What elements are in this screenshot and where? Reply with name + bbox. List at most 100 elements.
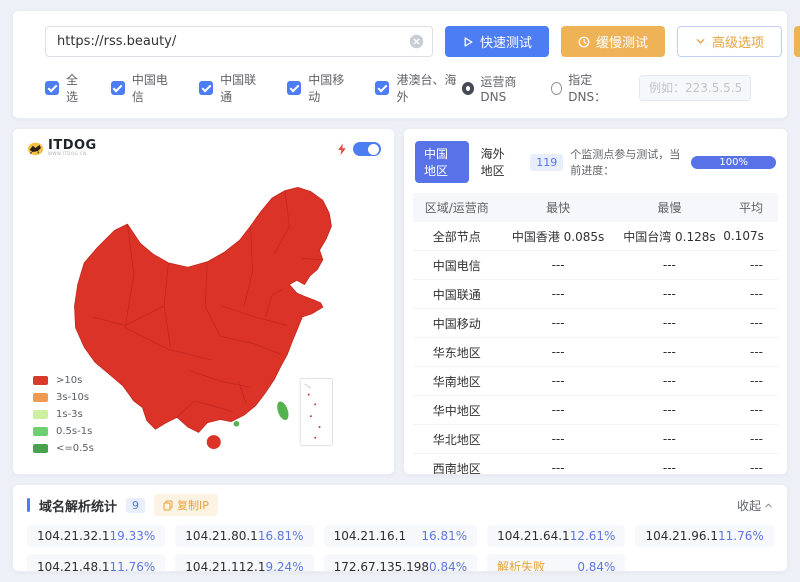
tab-overseas-region[interactable]: 海外地区: [481, 145, 517, 179]
options-row: 全选 中国电信 中国联通 中国移动: [45, 71, 755, 105]
radio-carrier-dns[interactable]: 运营商DNS: [462, 73, 535, 104]
dns-stats-title: 域名解析统计: [39, 496, 117, 515]
copy-ip-button[interactable]: 复制IP: [154, 494, 218, 516]
slowest-cell: ---: [616, 309, 724, 338]
tab-china-region[interactable]: 中国地区: [415, 141, 469, 183]
title-accent-bar: [27, 498, 30, 512]
itdog-logo: ITDOG WWW.ITDOG.CN: [26, 139, 97, 157]
slowest-cell: 中国台湾 0.128s: [616, 222, 724, 251]
url-input-wrap: [45, 26, 433, 57]
checkbox-item[interactable]: 中国联通: [199, 71, 263, 105]
url-row: 快速测试 缓慢测试 高级选项 完整截图: [45, 26, 755, 57]
table-row: 中国移动 --- --- ---: [413, 309, 778, 338]
legend-item: >10s: [33, 375, 94, 386]
page: 快速测试 缓慢测试 高级选项 完整截图 全选: [0, 0, 800, 582]
china-mainland-shape: [75, 187, 332, 432]
url-input[interactable]: [45, 26, 433, 57]
region-cell: 华中地区: [413, 396, 501, 425]
ip-percent: 16.81%: [421, 529, 467, 543]
table-row: 中国电信 --- --- ---: [413, 251, 778, 280]
checkbox-checked-icon: [375, 81, 389, 95]
advanced-options-button[interactable]: 高级选项: [677, 26, 782, 57]
legend-item: 3s-10s: [33, 392, 94, 403]
fastest-cell: ---: [501, 454, 616, 476]
main-row: ITDOG WWW.ITDOG.CN: [12, 128, 788, 475]
table-row: 华中地区 --- --- ---: [413, 396, 778, 425]
map-card: ITDOG WWW.ITDOG.CN: [12, 128, 395, 475]
ip-percent: 9.24%: [265, 560, 303, 573]
legend-label: 0.5s-1s: [56, 426, 92, 437]
average-cell: ---: [723, 425, 778, 454]
header-fastest: 最快: [501, 193, 616, 222]
clock-icon: [578, 36, 590, 48]
average-cell: ---: [723, 454, 778, 476]
legend-label: 1s-3s: [56, 409, 83, 420]
ip-address: 104.21.16.1: [334, 529, 407, 543]
ip-percent: 19.33%: [110, 529, 156, 543]
table-row: 华南地区 --- --- ---: [413, 367, 778, 396]
legend-swatch: [33, 393, 48, 402]
toggle-knob: [368, 144, 379, 155]
taiwan-shape: [275, 400, 291, 422]
results-header: 中国地区 海外地区 119 个监测点参与测试，当前进度： 100%: [413, 139, 778, 193]
copy-ip-label: 复制IP: [177, 497, 209, 513]
checkbox-checked-icon: [111, 81, 125, 95]
dns-option-group: 运营商DNS 指定DNS：: [462, 71, 751, 105]
dns-stats-header: 域名解析统计 9 复制IP 收起: [27, 494, 773, 516]
legend-label: 3s-10s: [56, 392, 89, 403]
slow-test-label: 缓慢测试: [596, 32, 648, 51]
slowest-cell: ---: [616, 338, 724, 367]
slow-test-button[interactable]: 缓慢测试: [561, 26, 665, 57]
collapse-label: 收起: [737, 497, 761, 514]
ip-card: 104.21.80.1 16.81%: [175, 525, 313, 547]
ip-card: 104.21.16.1 16.81%: [324, 525, 478, 547]
full-screenshot-button[interactable]: 完整截图: [794, 26, 800, 57]
fastest-cell: ---: [501, 396, 616, 425]
ip-percent: 16.81%: [258, 529, 304, 543]
checkbox-item[interactable]: 中国移动: [287, 71, 351, 105]
checkbox-checked-icon: [287, 81, 301, 95]
radio-custom-dns[interactable]: 指定DNS：: [551, 71, 624, 105]
checkbox-item[interactable]: 全选: [45, 71, 87, 105]
average-cell: ---: [723, 251, 778, 280]
checkbox-item[interactable]: 港澳台、海外: [375, 71, 462, 105]
progress-label: 个监测点参与测试，当前进度：: [570, 146, 684, 178]
radio-selected-icon: [462, 82, 474, 95]
map-mode-toggle[interactable]: [353, 142, 381, 156]
header-region: 区域/运营商: [413, 193, 501, 222]
hongkong-node-dot: [234, 421, 240, 427]
ip-card: 104.21.48.1 11.76%: [27, 554, 165, 572]
quick-test-button[interactable]: 快速测试: [445, 26, 549, 57]
ip-percent: 11.76%: [110, 560, 156, 573]
region-cell: 西南地区: [413, 454, 501, 476]
custom-dns-input[interactable]: [639, 75, 751, 101]
region-cell: 华东地区: [413, 338, 501, 367]
lightning-icon: [337, 143, 347, 156]
ip-address: 104.21.96.1: [645, 529, 718, 543]
collapse-button[interactable]: 收起: [737, 497, 773, 514]
legend-item: 0.5s-1s: [33, 426, 94, 437]
map-toggle-wrap: [337, 142, 381, 156]
monitor-count-badge: 119: [530, 154, 563, 171]
radio-custom-dns-label: 指定DNS：: [568, 71, 623, 105]
logo-text: ITDOG: [48, 140, 97, 151]
chevron-up-icon: [764, 501, 773, 510]
ip-card: 104.21.32.1 19.33%: [27, 525, 165, 547]
table-row: 全部节点 中国香港 0.085s 中国台湾 0.128s 0.107s: [413, 222, 778, 251]
header-slowest: 最慢: [616, 193, 724, 222]
clear-input-icon[interactable]: [409, 34, 424, 49]
ip-percent: 0.84%: [429, 560, 467, 573]
checkbox-item[interactable]: 中国电信: [111, 71, 175, 105]
table-row: 中国联通 --- --- ---: [413, 280, 778, 309]
region-cell: 华南地区: [413, 367, 501, 396]
ip-percent: 0.84%: [577, 560, 615, 573]
checkbox-label: 港澳台、海外: [396, 71, 462, 105]
slowest-cell: ---: [616, 396, 724, 425]
radio-unselected-icon: [551, 82, 563, 95]
legend-swatch: [33, 427, 48, 436]
dog-logo-icon: [26, 139, 45, 157]
results-table: 区域/运营商 最快 最慢 平均 全部节点 中国香港 0.085s 中国台湾 0.…: [413, 193, 778, 475]
average-cell: ---: [723, 280, 778, 309]
legend-label: >10s: [56, 375, 82, 386]
play-icon: [462, 36, 474, 48]
